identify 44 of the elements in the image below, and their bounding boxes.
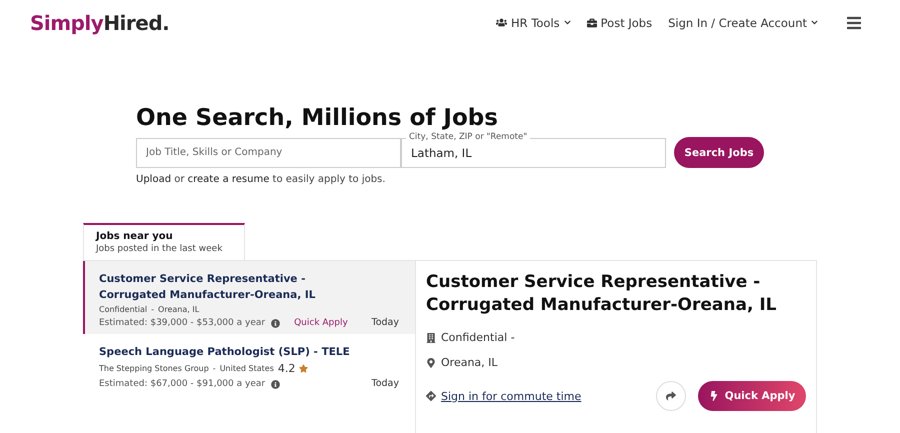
quick-apply-label: Quick Apply [294,318,348,328]
tab-title: Jobs near you [96,231,174,242]
quick-apply-button[interactable]: Quick Apply [698,381,806,411]
job-title[interactable]: Speech Language Pathologist (SLP) - TELE [99,344,372,360]
resume-link[interactable]: create a resume [188,174,270,185]
rating: 4.2 [278,362,296,375]
post-date: Today [372,378,399,389]
briefcase-icon [586,18,597,28]
star-icon [299,364,308,373]
detail-company: Confidential - [441,331,515,344]
separator: - [212,364,216,373]
search-button[interactable]: Search Jobs [674,137,764,168]
menu-icon[interactable] [846,14,862,30]
job-location: Oreana, IL [158,305,200,314]
building-icon [426,332,436,342]
page-heading: One Search, Millions of Jobs [136,105,499,131]
location-label: City, State, ZIP or "Remote" [406,132,530,142]
directions-icon [426,391,436,401]
nav-link[interactable]: HR Tools [496,16,571,30]
info-icon[interactable] [271,318,280,328]
nav-link[interactable]: Sign In / Create Account [668,16,818,30]
logo[interactable]: SimplyHired. [30,10,480,34]
detail-location: Oreana, IL [441,356,498,369]
tab-subtitle: Jobs posted in the last week [96,244,224,254]
info-icon[interactable] [271,380,280,388]
commute-link[interactable]: Sign in for commute time [441,390,582,402]
company-name: The Stepping Stones Group [99,364,209,373]
nav-link[interactable]: Post Jobs [586,16,652,30]
job-card[interactable]: Customer Service Representative - Corrugated Manufacturer-Oreana, IL Confidential - Oreana, IL Estimated: $39,000 - $53,000 a year Quick Apply Today [83,261,415,334]
detail-title: Customer Service Representative - Corrugated Manufacturer-Oreana, IL [426,271,778,317]
salary: Estimated: $39,000 - $53,000 a year [99,318,266,328]
location-pin-icon [426,358,436,368]
company-name: Confidential [99,305,148,314]
resume-link[interactable]: Upload [136,174,172,185]
job-title[interactable]: Customer Service Representative - Corrugated Manufacturer-Oreana, IL [99,271,372,303]
bolt-icon [708,391,719,401]
post-date: Today [372,317,399,328]
resume-note: Upload or create a resume to easily apply to jobs. [136,174,386,185]
job-location: United States [220,364,274,373]
salary: Estimated: $67,000 - $91,000 a year [99,379,266,389]
separator: - [151,305,154,314]
share-icon [666,391,676,401]
people-icon [496,17,508,28]
share-button[interactable] [656,381,686,411]
